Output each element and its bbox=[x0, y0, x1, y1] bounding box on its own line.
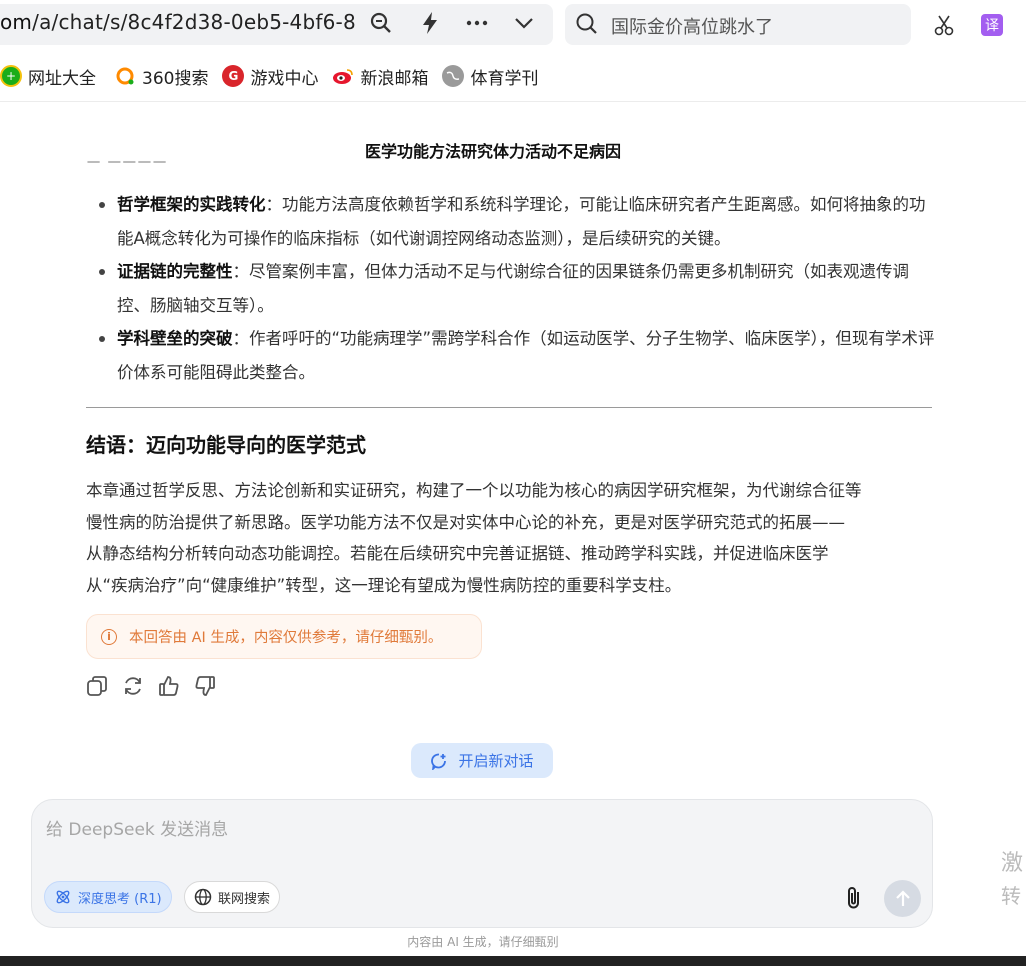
send-button[interactable] bbox=[884, 880, 921, 917]
weibo-eye-icon bbox=[332, 65, 354, 87]
conclusion-heading: 结语：迈向功能导向的医学范式 bbox=[86, 433, 366, 457]
bookmark-label: 网址大全 bbox=[28, 68, 96, 89]
bookmark-label: 360搜索 bbox=[142, 68, 209, 89]
toolbar-divider bbox=[0, 101, 1026, 102]
regenerate-icon[interactable] bbox=[122, 675, 144, 697]
point-title: 证据链的完整性 bbox=[117, 262, 233, 281]
globe-icon bbox=[194, 888, 212, 906]
ai-notice: i 本回答由 AI 生成，内容仅供参考，请仔细甄别。 bbox=[86, 614, 482, 659]
paragraph-line: 慢性病的防治提供了新思路。医学功能方法不仅是对实体中心论的补充，更是对医学研究范… bbox=[86, 512, 845, 532]
side-text-fragment: 转 bbox=[1001, 884, 1021, 908]
message-input[interactable]: 给 DeepSeek 发送消息 bbox=[46, 815, 228, 840]
challenge-list: 哲学框架的实践转化：功能方法高度依赖哲学和系统科学理论，可能让临床研究者产生距离… bbox=[86, 188, 936, 389]
copy-icon[interactable] bbox=[86, 675, 108, 697]
web-search-toggle[interactable]: 联网搜索 bbox=[184, 881, 281, 913]
url-path: /a/chat/s/8c4f2d38-0eb5-4bf6-8 bbox=[32, 10, 356, 34]
point-title: 哲学框架的实践转化 bbox=[117, 195, 266, 214]
atom-icon bbox=[56, 890, 70, 904]
footer-note: 内容由 AI 生成，请仔细甄别 bbox=[407, 935, 559, 949]
url-host: om bbox=[0, 10, 33, 34]
point-title: 学科壁垒的突破 bbox=[117, 329, 233, 348]
deep-think-label: 深度思考 (R1) bbox=[78, 891, 162, 907]
paperclip-icon[interactable] bbox=[840, 884, 868, 912]
thumbs-down-icon[interactable] bbox=[194, 675, 216, 697]
paragraph-line: 本章通过哲学反思、方法论创新和实证研究，构建了一个以功能为核心的病因学研究框架，… bbox=[86, 481, 862, 500]
info-icon: i bbox=[101, 628, 117, 645]
bookmark-label: 游戏中心 bbox=[250, 68, 319, 89]
translate-icon: 译 bbox=[981, 14, 1003, 36]
web-search-label: 联网搜索 bbox=[218, 891, 271, 907]
chevron-down-icon[interactable] bbox=[511, 10, 537, 36]
taskbar-edge bbox=[0, 956, 1026, 966]
url-text[interactable]: om/a/chat/s/8c4f2d38-0eb5-4bf6-8 bbox=[0, 10, 356, 34]
translate-button[interactable]: 译 bbox=[979, 12, 1005, 38]
o-ring-icon bbox=[114, 65, 136, 87]
bookmark-sports-journal[interactable]: 体育学刊 bbox=[442, 64, 538, 89]
bookmark-game-center[interactable]: G 游戏中心 bbox=[222, 64, 318, 89]
conclusion-paragraph: 本章通过哲学反思、方法论创新和实证研究，构建了一个以功能为核心的病因学研究框架，… bbox=[86, 475, 936, 601]
side-text-fragment: 激 bbox=[1001, 851, 1024, 876]
bookmark-label: 体育学刊 bbox=[470, 68, 539, 89]
plus-circle-icon: + bbox=[0, 65, 22, 87]
game-g-icon: G bbox=[222, 65, 245, 87]
scissors-icon[interactable] bbox=[931, 12, 957, 38]
lightning-icon[interactable] bbox=[417, 10, 443, 36]
browser-search-text[interactable]: 国际金价高位跳水了 bbox=[611, 13, 773, 39]
list-item: 学科壁垒的突破：作者呼吁的“功能病理学”需跨学科合作（如运动医学、分子生物学、临… bbox=[86, 322, 936, 389]
deep-think-toggle[interactable]: 深度思考 (R1) bbox=[44, 881, 172, 913]
bookmark-sina-mail[interactable]: 新浪邮箱 bbox=[332, 64, 428, 89]
globe-icon bbox=[442, 65, 465, 87]
search-zoom-icon[interactable] bbox=[368, 10, 394, 36]
paragraph-line: 从静态结构分析转向动态功能调控。若能在后续研究中完善证据链、推动跨学科实践，并促… bbox=[86, 544, 829, 563]
bookmark-360-search[interactable]: 360搜索 bbox=[114, 64, 208, 89]
thumbs-up-icon[interactable] bbox=[158, 675, 180, 697]
cutoff-heading-fragment: ▬ ▬▬▬▬ bbox=[86, 153, 168, 163]
point-text: ：尽管案例丰富，但体力活动不足与代谢综合征的因果链条仍需更多机制研究（如表观遗传… bbox=[117, 262, 909, 315]
new-chat-button[interactable]: 开启新对话 bbox=[411, 743, 553, 778]
ai-notice-text: 本回答由 AI 生成，内容仅供参考，请仔细甄别。 bbox=[129, 630, 443, 646]
more-dots-icon[interactable] bbox=[464, 10, 490, 36]
bookmark-url-directory[interactable]: + 网址大全 bbox=[0, 64, 96, 89]
paragraph-line: 从“疾病治疗”向“健康维护”转型，这一理论有望成为慢性病防控的重要科学支柱。 bbox=[86, 575, 682, 595]
bookmarks-bar: + 网址大全 360搜索 G 游戏中心 新浪邮箱 体育学刊 bbox=[0, 60, 552, 92]
arrow-up-icon bbox=[895, 889, 910, 906]
list-item: 证据链的完整性：尽管案例丰富，但体力活动不足与代谢综合征的因果链条仍需更多机制研… bbox=[86, 255, 936, 322]
point-text: ：作者呼吁的“功能病理学”需跨学科合作（如运动医学、分子生物学、临床医学），但现… bbox=[117, 329, 935, 382]
search-icon bbox=[575, 12, 599, 40]
list-item: 哲学框架的实践转化：功能方法高度依赖哲学和系统科学理论，可能让临床研究者产生距离… bbox=[86, 188, 936, 255]
section-divider bbox=[86, 407, 932, 408]
message-actions bbox=[86, 675, 216, 697]
new-chat-icon bbox=[431, 753, 447, 770]
new-chat-label: 开启新对话 bbox=[458, 752, 534, 770]
bookmark-label: 新浪邮箱 bbox=[360, 68, 429, 89]
